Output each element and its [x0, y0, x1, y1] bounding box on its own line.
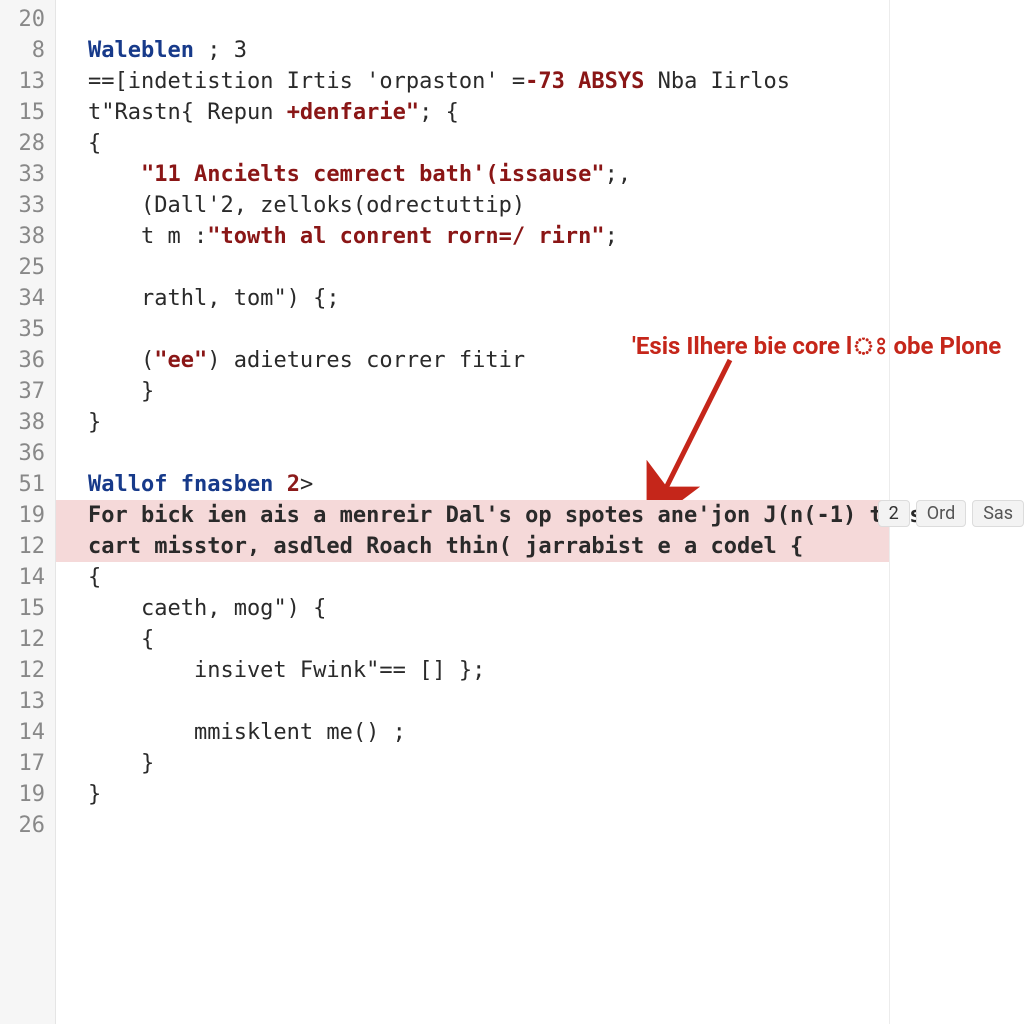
match-count-button[interactable]: 2 [878, 500, 910, 527]
line-number: 36 [0, 345, 55, 376]
code-line[interactable]: insivet Fwink"== [] }; [56, 655, 889, 686]
line-number: 17 [0, 748, 55, 779]
line-number: 37 [0, 376, 55, 407]
code-line[interactable] [56, 686, 889, 717]
code-line[interactable]: Waleblen ; 3 [56, 35, 889, 66]
line-number: 15 [0, 593, 55, 624]
code-line[interactable]: } [56, 748, 889, 779]
line-number: 8 [0, 35, 55, 66]
line-number: 14 [0, 562, 55, 593]
line-number: 13 [0, 686, 55, 717]
line-number: 38 [0, 407, 55, 438]
code-line[interactable]: rathl, tom") {; [56, 283, 889, 314]
line-number: 28 [0, 128, 55, 159]
code-line[interactable]: ("ee") adietures correr fitir [56, 345, 889, 376]
line-number: 36 [0, 438, 55, 469]
line-number: 12 [0, 624, 55, 655]
line-number: 19 [0, 779, 55, 810]
line-number: 12 [0, 655, 55, 686]
code-line[interactable] [56, 810, 889, 841]
code-line[interactable]: t"Rastn{ Repun +denfarie"; { [56, 97, 889, 128]
line-number: 20 [0, 4, 55, 35]
code-line-highlight[interactable]: cart misstor, asdled Roach thin( jarrabi… [56, 531, 889, 562]
code-line[interactable] [56, 314, 889, 345]
ord-button[interactable]: Ord [916, 500, 966, 527]
code-line[interactable] [56, 252, 889, 283]
code-line[interactable]: { [56, 562, 889, 593]
line-number: 33 [0, 190, 55, 221]
code-line[interactable]: { [56, 128, 889, 159]
line-number: 15 [0, 97, 55, 128]
line-number: 25 [0, 252, 55, 283]
line-number: 38 [0, 221, 55, 252]
line-number: 14 [0, 717, 55, 748]
code-line[interactable]: (Dall'2, zelloks(odrectuttip) [56, 190, 889, 221]
line-number: 35 [0, 314, 55, 345]
line-number: 12 [0, 531, 55, 562]
code-line[interactable] [56, 4, 889, 35]
line-number: 51 [0, 469, 55, 500]
code-line[interactable]: { [56, 624, 889, 655]
line-number: 34 [0, 283, 55, 314]
code-line[interactable]: } [56, 407, 889, 438]
line-number: 33 [0, 159, 55, 190]
code-line[interactable]: "11 Ancielts cemrect bath'(issause";, [56, 159, 889, 190]
line-number: 13 [0, 66, 55, 97]
line-number: 19 [0, 500, 55, 531]
code-line[interactable]: t m :"towth al conrent rorn=/ rirn"; [56, 221, 889, 252]
code-viewport[interactable]: 'Esis Ilhere bie core lঃ obe Plone Waleb… [56, 0, 890, 1024]
code-line-highlight[interactable]: For bick ien ais a menreir Dal's op spot… [56, 500, 889, 531]
line-number: 26 [0, 810, 55, 841]
sas-button[interactable]: Sas [972, 500, 1024, 527]
code-line[interactable]: } [56, 779, 889, 810]
code-line[interactable] [56, 438, 889, 469]
code-line[interactable]: } [56, 376, 889, 407]
inline-controls: 2 Ord Sas [878, 500, 1024, 527]
line-number-gutter: 20 8 13 15 28 33 33 38 25 34 35 36 37 38… [0, 0, 56, 1024]
code-line[interactable]: Wallof fnasben 2> [56, 469, 889, 500]
code-line[interactable]: ==[indetistion Irtis 'orpaston' =-73 ABS… [56, 66, 889, 97]
code-editor: 20 8 13 15 28 33 33 38 25 34 35 36 37 38… [0, 0, 1024, 1024]
code-line[interactable]: mmisklent me() ; [56, 717, 889, 748]
code-line[interactable]: caeth, mog") { [56, 593, 889, 624]
